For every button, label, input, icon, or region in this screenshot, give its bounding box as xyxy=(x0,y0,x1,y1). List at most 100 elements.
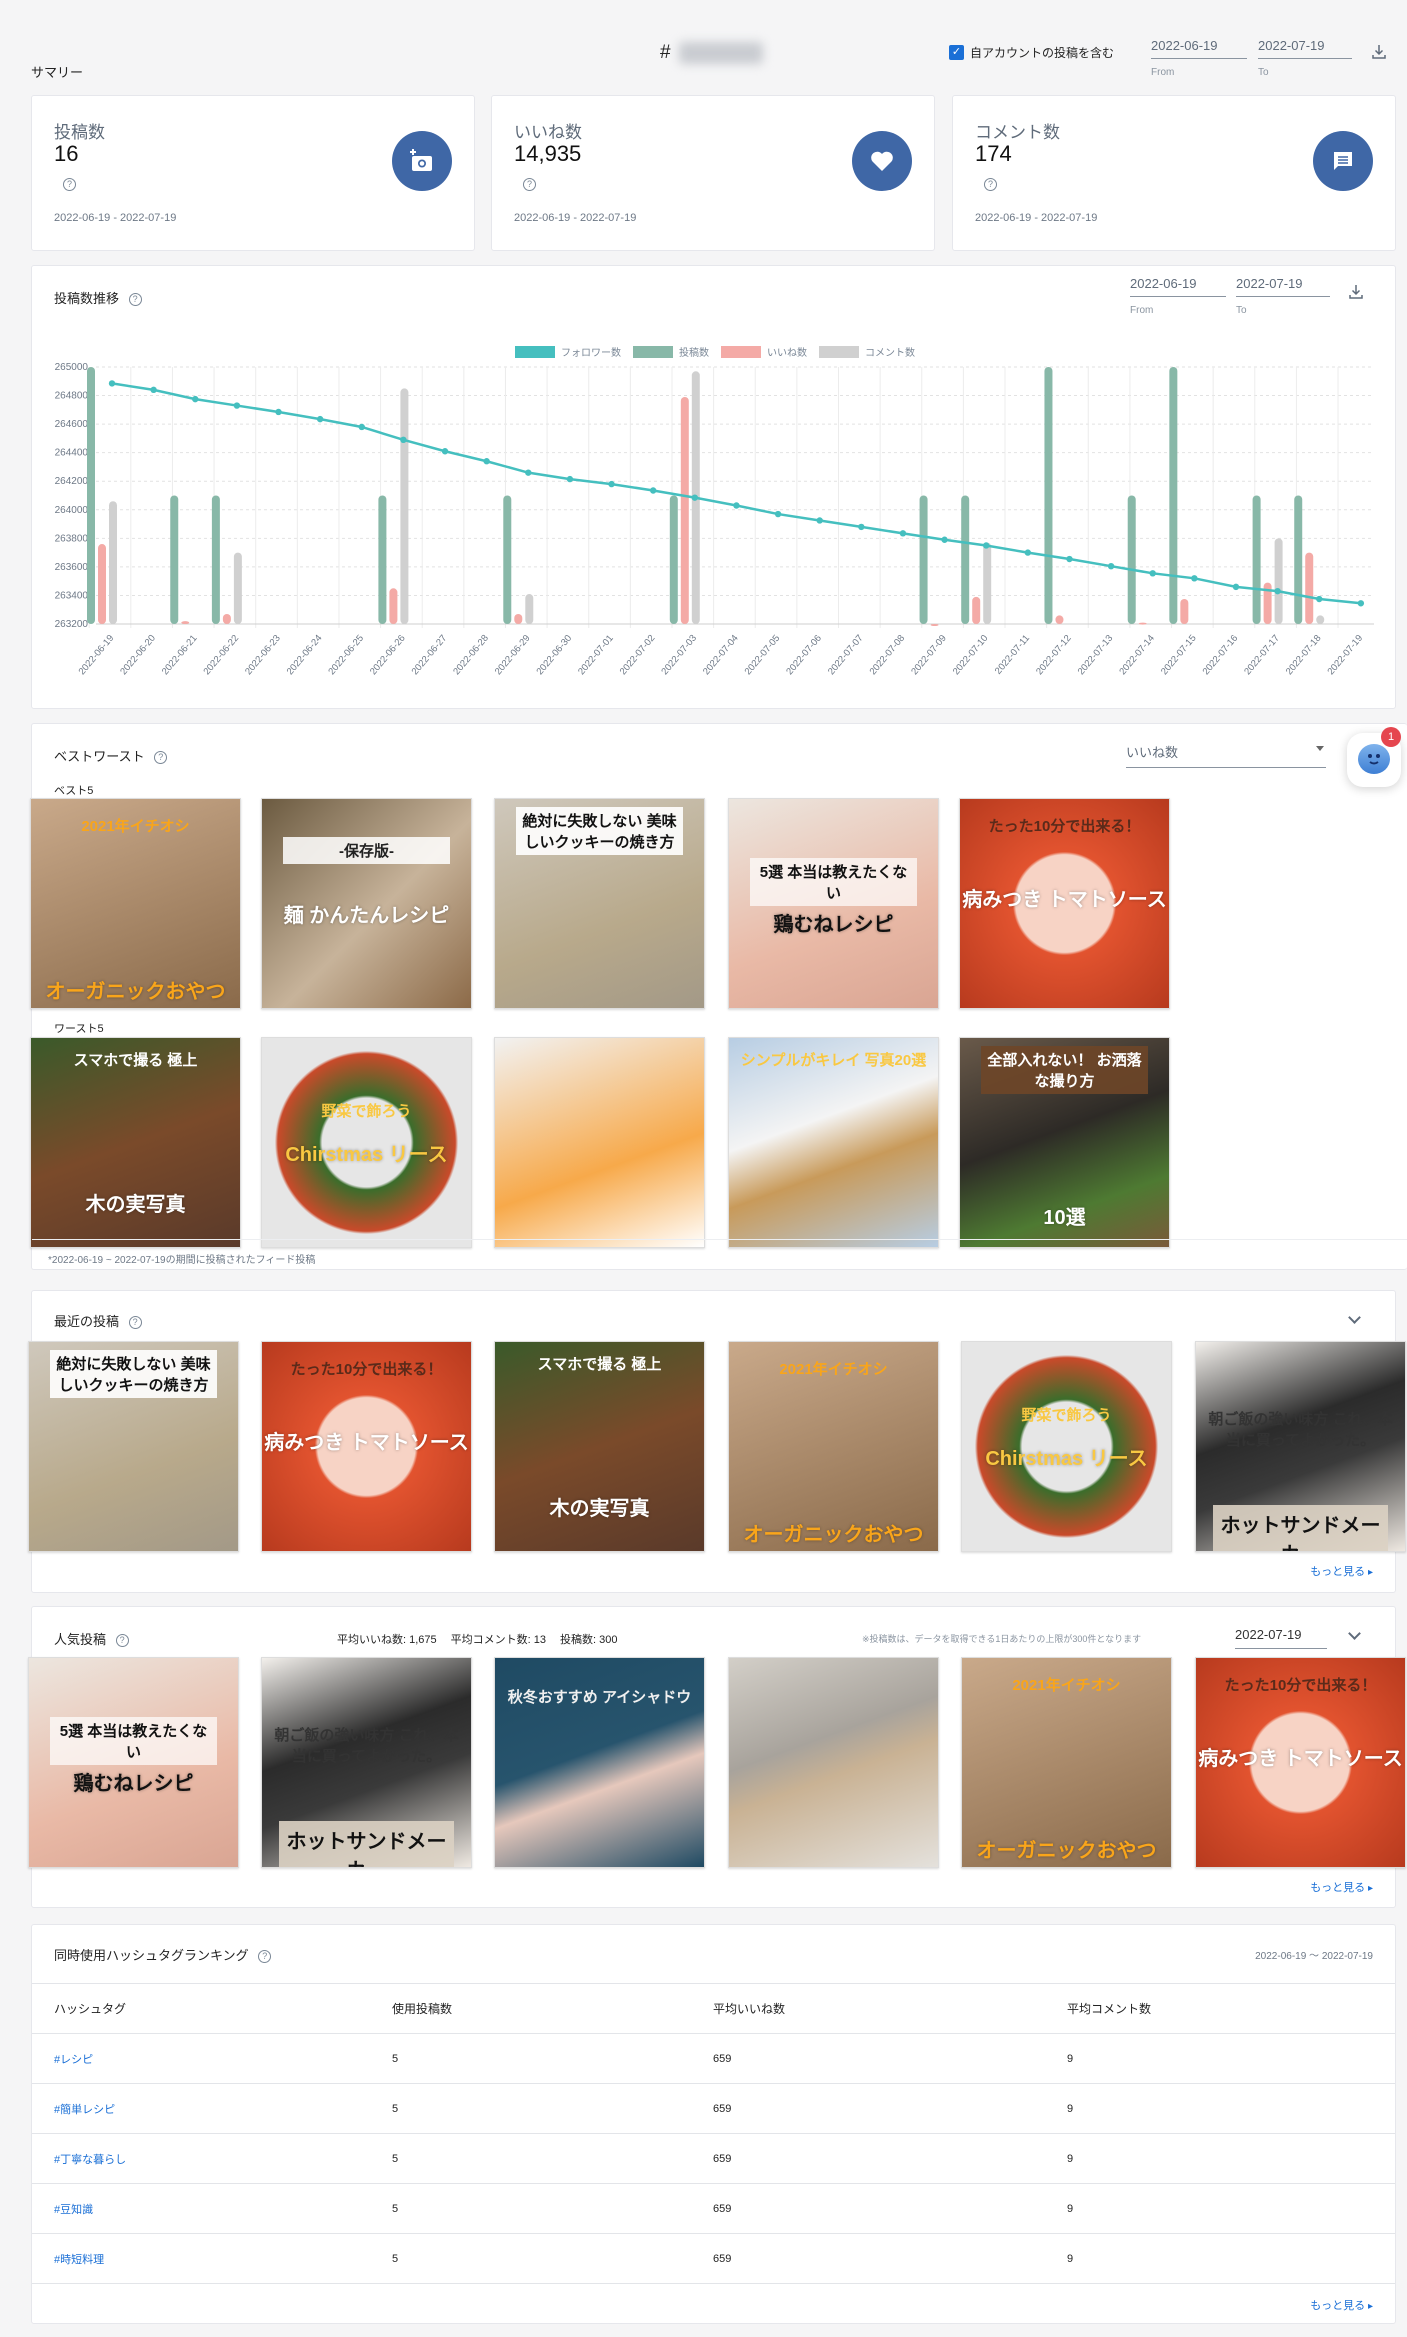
follower-point xyxy=(150,386,157,394)
y-tick-label: 263400 xyxy=(55,590,89,601)
popular-post-thumbnail[interactable]: 5選 本当は教えたくない 鶏むねレシピ xyxy=(28,1657,239,1868)
table-cell: 5 xyxy=(392,2133,713,2184)
hashtag-link[interactable]: #豆知識 xyxy=(32,2183,392,2234)
thumbnail-caption xyxy=(495,1046,704,1052)
help-icon[interactable]: ? xyxy=(115,1634,129,1648)
thumbnail-caption: 野菜で飾ろう xyxy=(1021,1406,1112,1424)
download-icon[interactable] xyxy=(1371,44,1387,60)
best-post-thumbnail[interactable]: 5選 本当は教えたくない 鶏むねレシピ xyxy=(728,798,939,1009)
recent-more-link[interactable]: もっと見る xyxy=(1310,1563,1373,1579)
bar-posts xyxy=(211,495,220,624)
date-chevron-icon[interactable] xyxy=(1348,1627,1361,1640)
follower-point xyxy=(1024,549,1032,556)
y-tick-label: 265000 xyxy=(55,362,89,373)
table-cell: 659 xyxy=(713,2033,1067,2084)
recent-post-thumbnail[interactable]: 絶対に失敗しない 美味しいクッキーの焼き方 xyxy=(28,1341,239,1552)
follower-point xyxy=(1357,600,1365,607)
hashtag-link[interactable]: #レシピ xyxy=(32,2033,392,2084)
y-tick-label: 263800 xyxy=(55,533,89,544)
post-trend-chart: 265000 264800 264600 264400 264200 264000 2638… xyxy=(55,346,1374,677)
ranking-more-link[interactable]: もっと見る xyxy=(1310,2297,1373,2313)
thumbnail-caption: 5選 本当は教えたくない xyxy=(49,1716,218,1765)
popular-post-thumbnail[interactable]: たった10分で出来る！ 病みつき トマトソース xyxy=(1195,1657,1406,1868)
thumbnail-caption: 絶対に失敗しない 美味しいクッキーの焼き方 xyxy=(515,807,684,856)
best-post-thumbnail[interactable]: 絶対に失敗しない 美味しいクッキーの焼き方 xyxy=(494,798,705,1009)
thumbnail-subtitle: 麺 かんたんレシピ xyxy=(283,905,450,928)
hashtag-link[interactable]: #丁寧な暮らし xyxy=(32,2133,392,2184)
popular-posts-card: 人気投稿 ? 平均いいね数: 1,675 平均コメント数: 13 投稿数: 30… xyxy=(28,1606,1406,1908)
hashtag-link[interactable]: #時短料理 xyxy=(32,2233,392,2284)
legend-label: コメント数 xyxy=(865,346,915,359)
header-to-date-field[interactable]: 2022-07-19 To xyxy=(1258,38,1352,78)
metric-select[interactable]: いいね数 xyxy=(1126,742,1326,768)
worst-post-thumbnail[interactable]: シンプルがキレイ 写真20選 xyxy=(728,1037,939,1248)
help-icon[interactable]: ? xyxy=(128,1316,142,1330)
thumbnail-subtitle: ホットサンドメーカー xyxy=(278,1821,455,1867)
hashtag-name-redacted xyxy=(678,42,763,64)
popular-summary: 平均いいね数: 1,675 平均コメント数: 13 投稿数: 300 xyxy=(337,1631,617,1647)
recent-post-thumbnail[interactable]: 2021年イチオシ オーガニックおやつ xyxy=(728,1341,939,1552)
column-header: 平均いいね数 xyxy=(713,1983,1067,2034)
x-tick-label: 2022-06-23 xyxy=(243,633,283,677)
best-post-thumbnail[interactable]: -保存版- 麺 かんたんレシピ xyxy=(261,798,472,1009)
header-to-date[interactable]: 2022-07-19 xyxy=(1258,38,1352,59)
x-tick-label: 2022-07-19 xyxy=(1325,633,1365,677)
recent-post-thumbnail[interactable]: 野菜で飾ろう Chirstmas リース xyxy=(961,1341,1172,1552)
stat-title: 投稿数 xyxy=(54,123,105,142)
checkbox-checked-icon[interactable]: ✓ xyxy=(949,45,964,60)
worst-post-thumbnail[interactable]: 野菜で飾ろう Chirstmas リース xyxy=(261,1037,472,1248)
post-trend-card: 投稿数推移 ? 2022-06-19 From 2022-07-19 To 26… xyxy=(31,265,1396,709)
popular-post-thumbnail[interactable] xyxy=(728,1657,939,1868)
table-row: #時短料理 5 659 9 xyxy=(32,2233,1395,2284)
bar-comments xyxy=(109,501,117,624)
popular-post-thumbnail[interactable]: 朝ご飯の強い味方 これ、本当に買ってよかった。ホットサンドメーカー xyxy=(261,1657,472,1868)
ranking-title-text: 同時使用ハッシュタグランキング xyxy=(54,1948,249,1963)
recent-post-thumbnail[interactable]: スマホで撮る 極上 木の実写真 xyxy=(494,1341,705,1552)
recent-post-thumbnail[interactable]: たった10分で出来る！ 病みつき トマトソース xyxy=(261,1341,472,1552)
popular-more-link[interactable]: もっと見る xyxy=(1310,1879,1373,1895)
header-from-date-field[interactable]: 2022-06-19 From xyxy=(1151,38,1247,78)
x-tick-label: 2022-07-02 xyxy=(618,633,658,677)
popular-post-thumbnail[interactable]: 2021年イチオシ オーガニックおやつ xyxy=(961,1657,1172,1868)
help-icon[interactable]: ? xyxy=(984,178,997,191)
help-icon[interactable]: ? xyxy=(523,178,536,191)
follower-point xyxy=(483,458,490,465)
thumbnail-caption: 全部入れない！ お洒落な撮り方 xyxy=(980,1046,1149,1095)
worst-post-thumbnail[interactable]: 全部入れない！ お洒落な撮り方 10選 xyxy=(959,1037,1170,1248)
popular-post-thumbnail[interactable]: 秋冬おすすめ アイシャドウ xyxy=(494,1657,705,1868)
legend-swatch xyxy=(721,346,761,358)
stat-range: 2022-06-19 - 2022-07-19 xyxy=(514,212,637,224)
help-icon[interactable]: ? xyxy=(258,1950,272,1964)
table-cell: 9 xyxy=(1067,2083,1395,2134)
recent-post-thumbnail[interactable]: 朝ご飯の強い味方 これ、本当に買ってよかった。ホットサンドメーカー xyxy=(1195,1341,1406,1552)
best-post-thumbnail[interactable]: 2021年イチオシ オーガニックおやつ xyxy=(30,798,241,1009)
thumbnail-subtitle: 病みつき トマトソース xyxy=(962,888,1167,911)
hashtag-link[interactable]: #簡単レシピ xyxy=(32,2083,392,2134)
stat-value: 14,935 xyxy=(514,141,582,166)
follower-point xyxy=(316,415,324,423)
thumbnail-caption: たった10分で出来る！ xyxy=(290,1360,443,1378)
worst-label: ワースト5 xyxy=(54,1023,104,1035)
thumbnail-caption: スマホで撮る 極上 xyxy=(537,1356,662,1374)
best-post-thumbnail[interactable]: たった10分で出来る！ 病みつき トマトソース xyxy=(959,798,1170,1009)
bar-comments xyxy=(983,542,992,624)
follower-point xyxy=(1149,570,1156,577)
header-from-date[interactable]: 2022-06-19 xyxy=(1151,38,1247,59)
table-row: #レシピ 5 659 9 xyxy=(32,2033,1395,2084)
post-count: 投稿数: 300 xyxy=(560,1634,618,1646)
worst-post-thumbnail[interactable] xyxy=(494,1037,705,1248)
follower-point xyxy=(525,469,532,476)
popular-date-select[interactable]: 2022-07-19 xyxy=(1235,1627,1327,1649)
thumbnail-subtitle: オーガニックおやつ xyxy=(45,980,226,1003)
collapse-chevron-icon[interactable] xyxy=(1348,1311,1361,1324)
avg-comments: 平均コメント数: 13 xyxy=(450,1634,546,1646)
best-worst-footnote: *2022-06-19 ~ 2022-07-19の期間に投稿されたフィード投稿 xyxy=(48,1255,316,1266)
metric-select-value: いいね数 xyxy=(1126,745,1179,760)
worst-post-thumbnail[interactable]: スマホで撮る 極上 木の実写真 xyxy=(30,1037,241,1248)
chat-widget-button[interactable]: 1 xyxy=(1347,727,1401,787)
include-own-posts-checkbox[interactable]: ✓ 自アカウントの投稿を含む xyxy=(949,44,1114,61)
help-icon[interactable]: ? xyxy=(63,178,76,191)
table-header-row: ハッシュタグ 使用投稿数 平均いいね数 平均コメント数 xyxy=(32,1983,1395,2034)
help-icon[interactable]: ? xyxy=(154,751,168,765)
bar-likes xyxy=(1305,552,1314,624)
